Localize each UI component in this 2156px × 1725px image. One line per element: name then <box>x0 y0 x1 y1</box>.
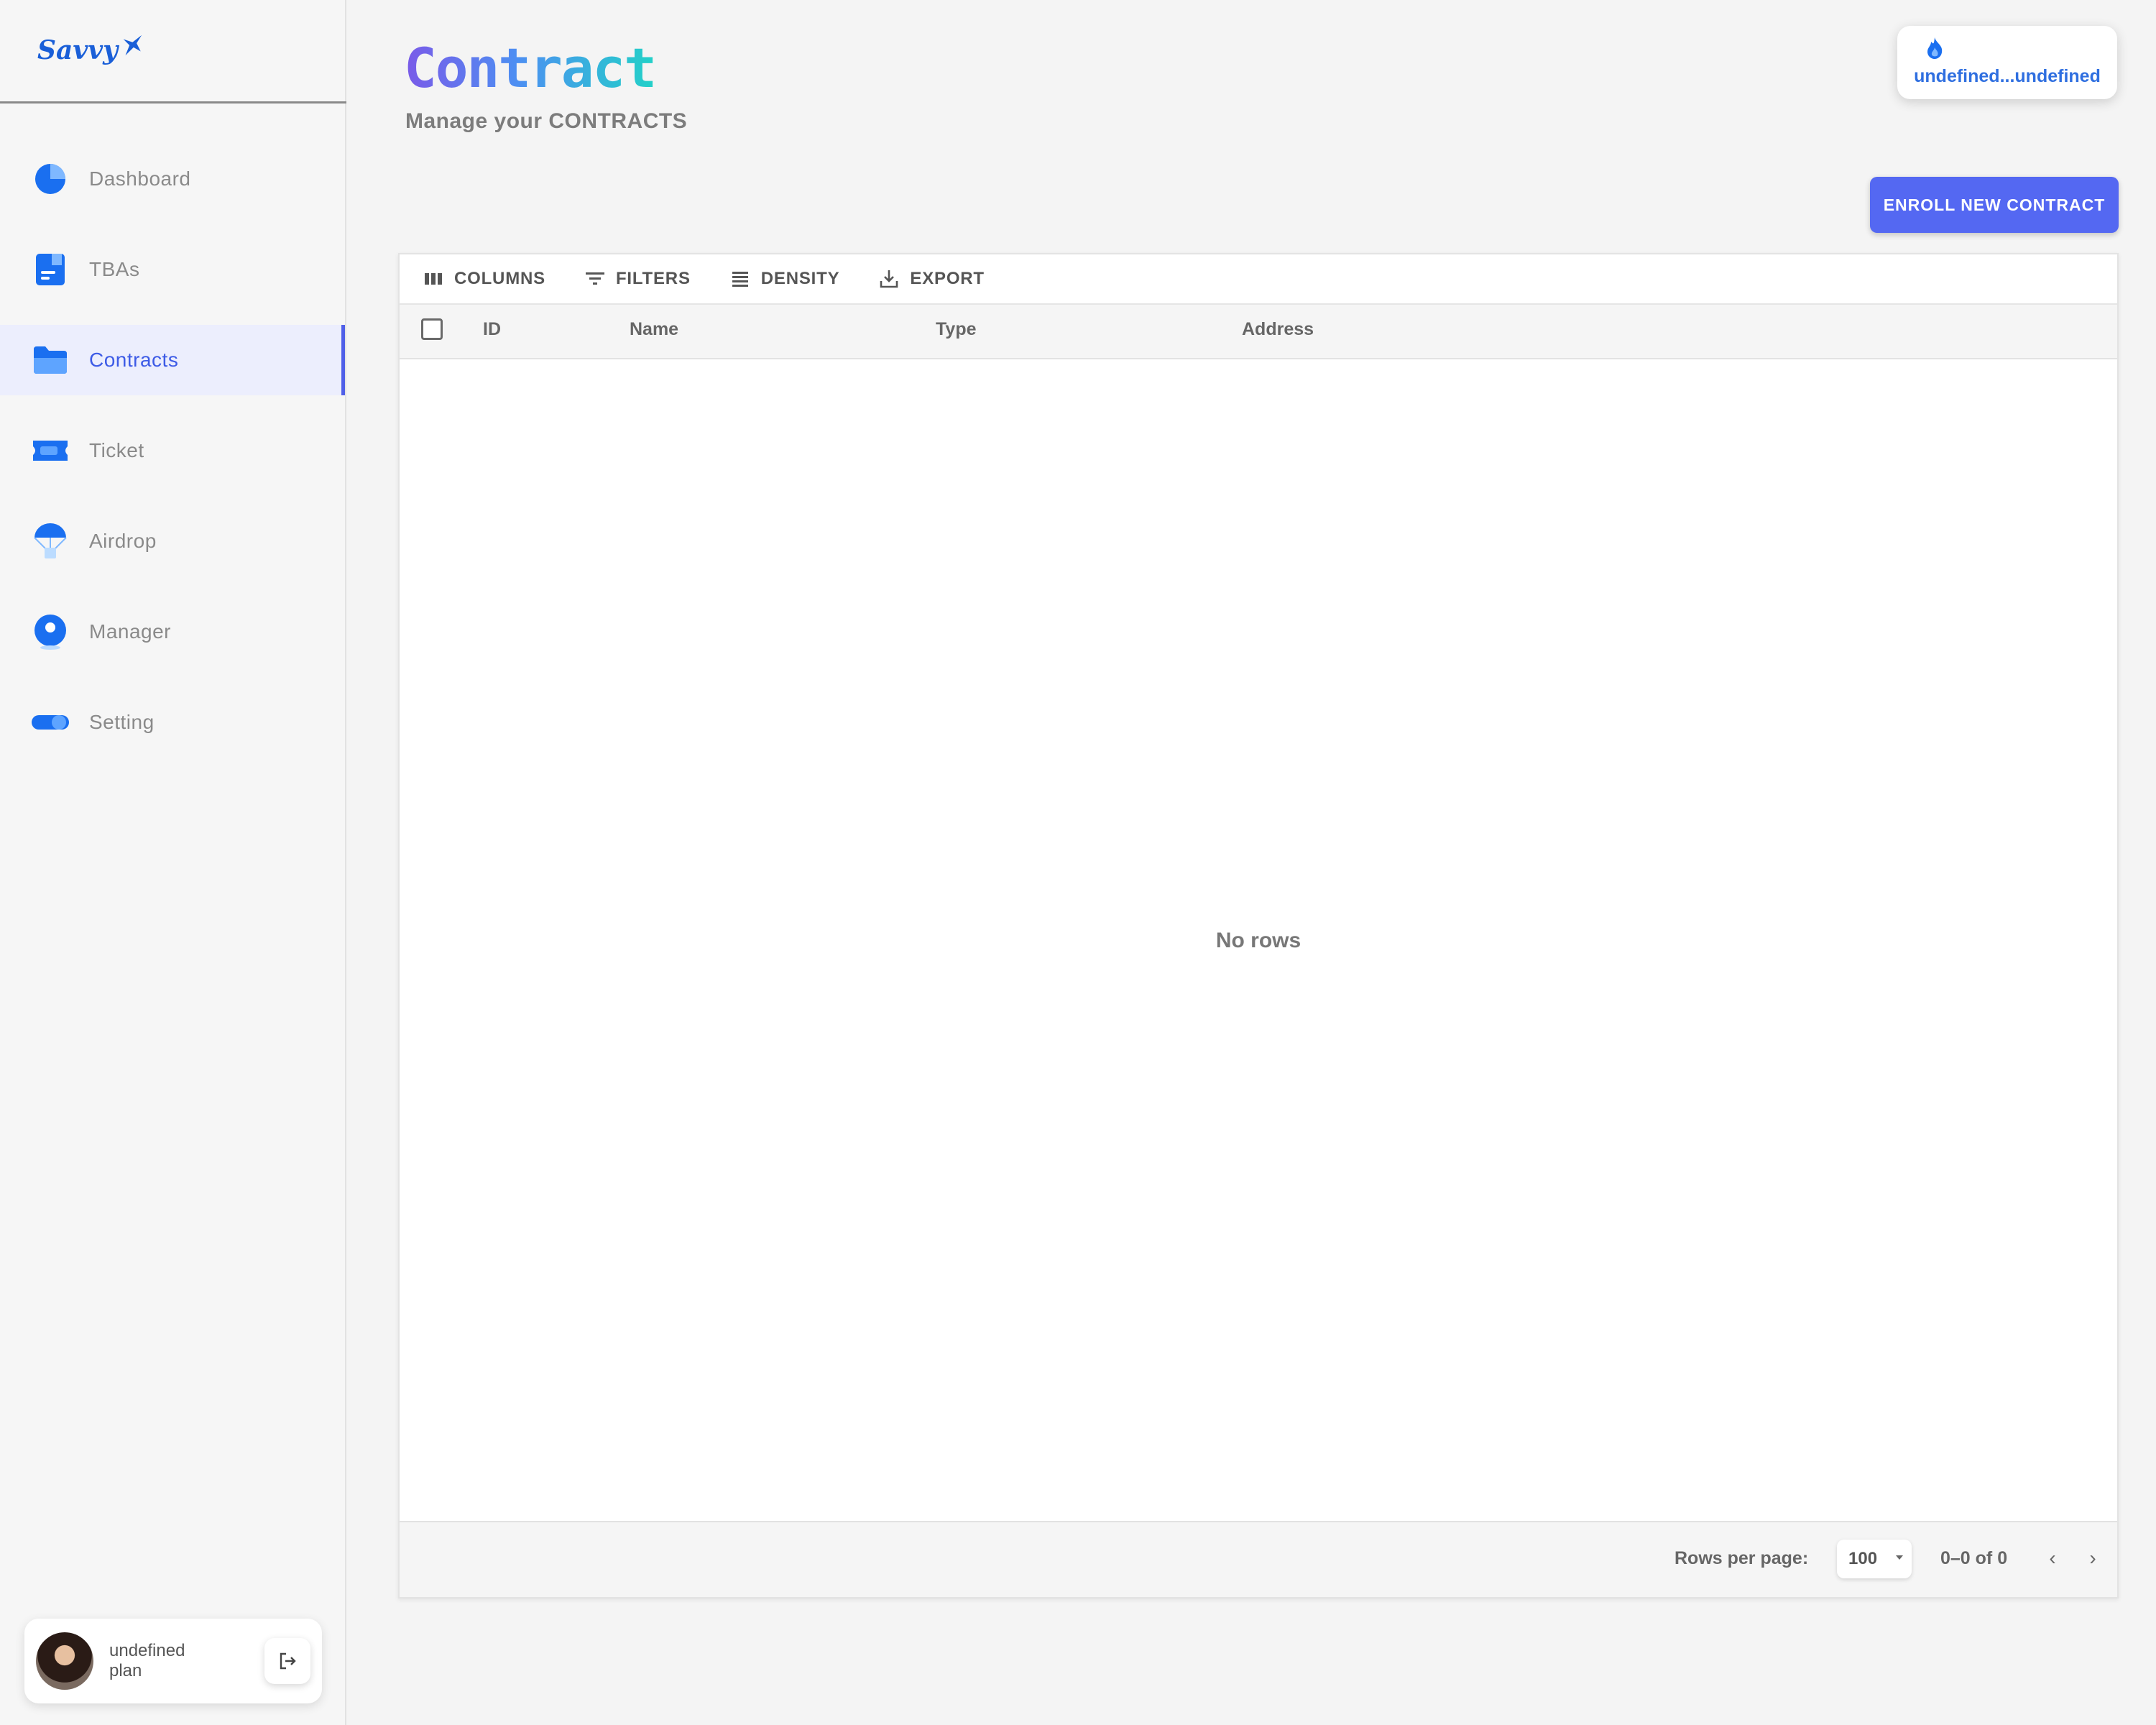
sidebar-item-ticket[interactable]: Ticket <box>0 415 345 486</box>
sidebar-item-label: TBAs <box>89 258 140 280</box>
column-header-id[interactable]: ID <box>483 319 501 340</box>
pagination-range: 0–0 of 0 <box>1940 1548 2008 1568</box>
user-card: undefined plan <box>24 1619 322 1703</box>
user-plan: plan <box>109 1661 142 1680</box>
export-label: EXPORT <box>910 269 985 288</box>
columns-label: COLUMNS <box>454 269 545 288</box>
brand-logo[interactable]: Savvy <box>37 29 144 72</box>
document-icon <box>29 248 72 291</box>
column-header-address[interactable]: Address <box>1242 319 1314 340</box>
sidebar-item-label: Setting <box>89 711 155 733</box>
chevron-down-icon <box>1896 1555 1903 1560</box>
flame-icon <box>1927 37 1943 59</box>
density-label: DENSITY <box>760 269 840 288</box>
ticket-icon <box>29 429 72 472</box>
sidebar-item-label: Ticket <box>89 439 144 461</box>
sidebar-item-tbas[interactable]: TBAs <box>0 234 345 305</box>
folder-icon <box>29 339 72 382</box>
column-header-name[interactable]: Name <box>630 319 678 340</box>
avatar[interactable] <box>36 1632 93 1690</box>
toggle-icon <box>29 701 72 744</box>
sidebar-item-airdrop[interactable]: Airdrop <box>0 506 345 576</box>
page-subtitle: Manage your CONTRACTS <box>405 109 688 133</box>
user-name: undefined <box>109 1641 185 1660</box>
rows-per-page-select[interactable]: 100 <box>1837 1540 1912 1578</box>
logout-button[interactable] <box>264 1638 310 1684</box>
previous-page-button[interactable]: ‹ <box>2040 1545 2065 1571</box>
filters-label: FILTERS <box>615 269 691 288</box>
sidebar: Savvy Dashboard TBAs Contracts Ticket Ai… <box>0 0 346 1725</box>
sidebar-item-label: Contracts <box>89 349 179 371</box>
sidebar-nav: Dashboard TBAs Contracts Ticket Airdrop … <box>0 144 345 778</box>
wallet-address: undefined...undefined <box>1914 66 2101 86</box>
enroll-new-contract-button[interactable]: ENROLL NEW CONTRACT <box>1870 177 2119 233</box>
sidebar-item-dashboard[interactable]: Dashboard <box>0 144 345 214</box>
filters-button[interactable]: FILTERS <box>584 268 691 290</box>
rows-per-page-value: 100 <box>1848 1549 1878 1568</box>
contracts-data-grid: COLUMNS FILTERS DENSITY EXPORT ID Name T… <box>398 253 2119 1598</box>
export-button[interactable]: EXPORT <box>878 268 984 290</box>
user-info: undefined plan <box>109 1641 185 1681</box>
sidebar-item-setting[interactable]: Setting <box>0 687 345 758</box>
pie-chart-icon <box>29 157 72 201</box>
chevron-left-icon: ‹ <box>2049 1547 2056 1569</box>
rows-per-page-label: Rows per page: <box>1674 1548 1809 1568</box>
parachute-icon <box>29 520 72 563</box>
next-page-button[interactable]: › <box>2080 1545 2106 1571</box>
user-circle-icon <box>29 610 72 653</box>
empty-state-text: No rows <box>1215 929 1302 952</box>
columns-icon <box>425 273 442 285</box>
filter-icon <box>585 272 604 285</box>
sidebar-item-manager[interactable]: Manager <box>0 597 345 667</box>
star-icon <box>123 34 142 56</box>
logout-icon <box>280 1652 296 1670</box>
density-button[interactable]: DENSITY <box>729 268 840 290</box>
sidebar-divider <box>0 101 346 104</box>
page-title: Contract <box>404 36 657 100</box>
sidebar-item-contracts[interactable]: Contracts <box>0 325 345 395</box>
density-icon <box>732 272 748 287</box>
sidebar-item-label: Manager <box>89 620 172 643</box>
chevron-right-icon: › <box>2089 1547 2096 1569</box>
download-icon <box>880 270 898 288</box>
columns-button[interactable]: COLUMNS <box>423 268 545 290</box>
sidebar-item-label: Dashboard <box>89 167 191 190</box>
sidebar-item-label: Airdrop <box>89 530 157 552</box>
grid-footer: Rows per page: 100 0–0 of 0 ‹ › <box>400 1521 2117 1597</box>
logo-text: Savvy <box>37 35 119 65</box>
grid-header-row: ID Name Type Address <box>400 303 2117 359</box>
select-all-checkbox[interactable] <box>421 318 443 340</box>
grid-toolbar: COLUMNS FILTERS DENSITY EXPORT <box>400 254 2117 303</box>
column-header-type[interactable]: Type <box>936 319 977 340</box>
wallet-button[interactable]: undefined...undefined <box>1897 26 2117 99</box>
